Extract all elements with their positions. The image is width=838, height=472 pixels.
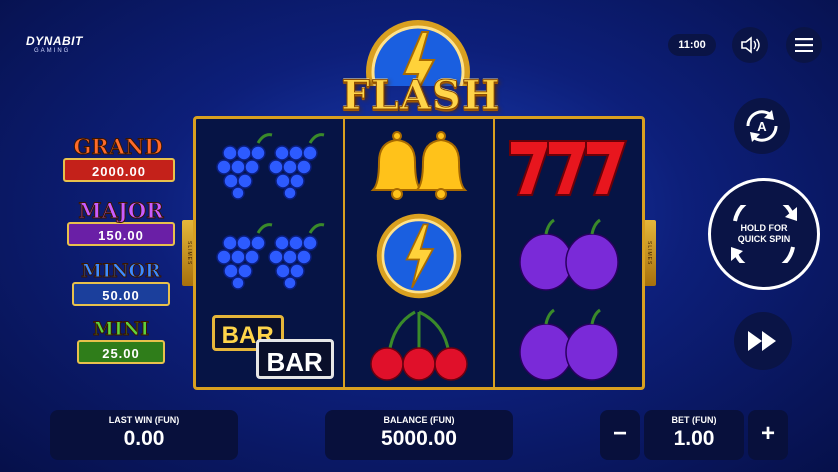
autoplay-icon: A [746,110,778,142]
jackpot-minor: MINOR 50.00 [66,260,176,306]
grapes-icon [196,211,343,301]
reel-1: BAR BAR [196,119,346,387]
jackpot-grand: GRAND 2000.00 [63,134,175,182]
spin-button[interactable]: HOLD FOR QUICK SPIN [708,178,820,290]
bar-label: BAR [255,339,334,379]
bet-label: BET (FUN) [671,415,717,425]
bet-increase-button[interactable]: + [748,410,788,460]
last-win-value: 0.00 [123,427,165,450]
bet-panel: BET (FUN) 1.00 [644,410,744,460]
jackpot-value: 2000.00 [63,158,175,182]
cherries-icon [345,301,492,391]
brand-name: DYNABIT [26,34,83,48]
last-win-label: LAST WIN (FUN) [108,415,180,425]
turbo-button[interactable] [734,312,792,370]
jackpot-value: 150.00 [67,222,175,246]
jackpot-name: MINI [92,318,150,341]
jackpot-value: 50.00 [72,282,170,306]
autoplay-button[interactable]: A [734,98,790,154]
balance-panel: BALANCE (FUN) 5000.00 [325,410,513,460]
brand-sub: GAMING [34,48,71,54]
plums-icon [495,211,642,301]
speaker-icon [741,36,760,54]
sevens-icon [495,121,642,211]
balance-value: 5000.00 [381,427,457,450]
spin-label-1: HOLD FOR [740,223,788,233]
jackpot-name: MINOR [81,260,162,283]
hamburger-icon [795,38,813,52]
spin-label-2: QUICK SPIN [737,234,791,244]
bet-decrease-button[interactable]: − [600,410,640,460]
reel-grid: BAR BAR [193,116,645,390]
spin-arrow-top-icon [733,205,797,222]
balance-label: BALANCE (FUN) [383,415,455,425]
jackpot-value: 25.00 [77,340,165,364]
reel-3 [495,119,642,387]
spin-arrow-bottom-icon [731,246,795,263]
fast-forward-icon [748,331,776,351]
last-win-panel: LAST WIN (FUN) 0.00 [50,410,238,460]
autoplay-letter: A [757,119,767,134]
reel-2 [345,119,495,387]
menu-button[interactable] [786,27,822,63]
bet-value: 1.00 [673,427,715,450]
plums-icon [495,301,642,391]
jackpot-name: MAJOR [78,198,164,223]
jackpot-name: GRAND [73,134,163,159]
sound-button[interactable] [732,27,768,63]
bells-icon [345,121,492,211]
flash-coin-icon [345,211,492,301]
bar-icon: BAR BAR [196,301,343,391]
jackpot-mini: MINI 25.00 [66,318,176,364]
jackpot-major: MAJOR 150.00 [66,198,176,246]
brand-logo: DYNABIT GAMING [26,34,83,54]
clock: 11:00 [668,34,716,56]
grapes-icon [196,121,343,211]
